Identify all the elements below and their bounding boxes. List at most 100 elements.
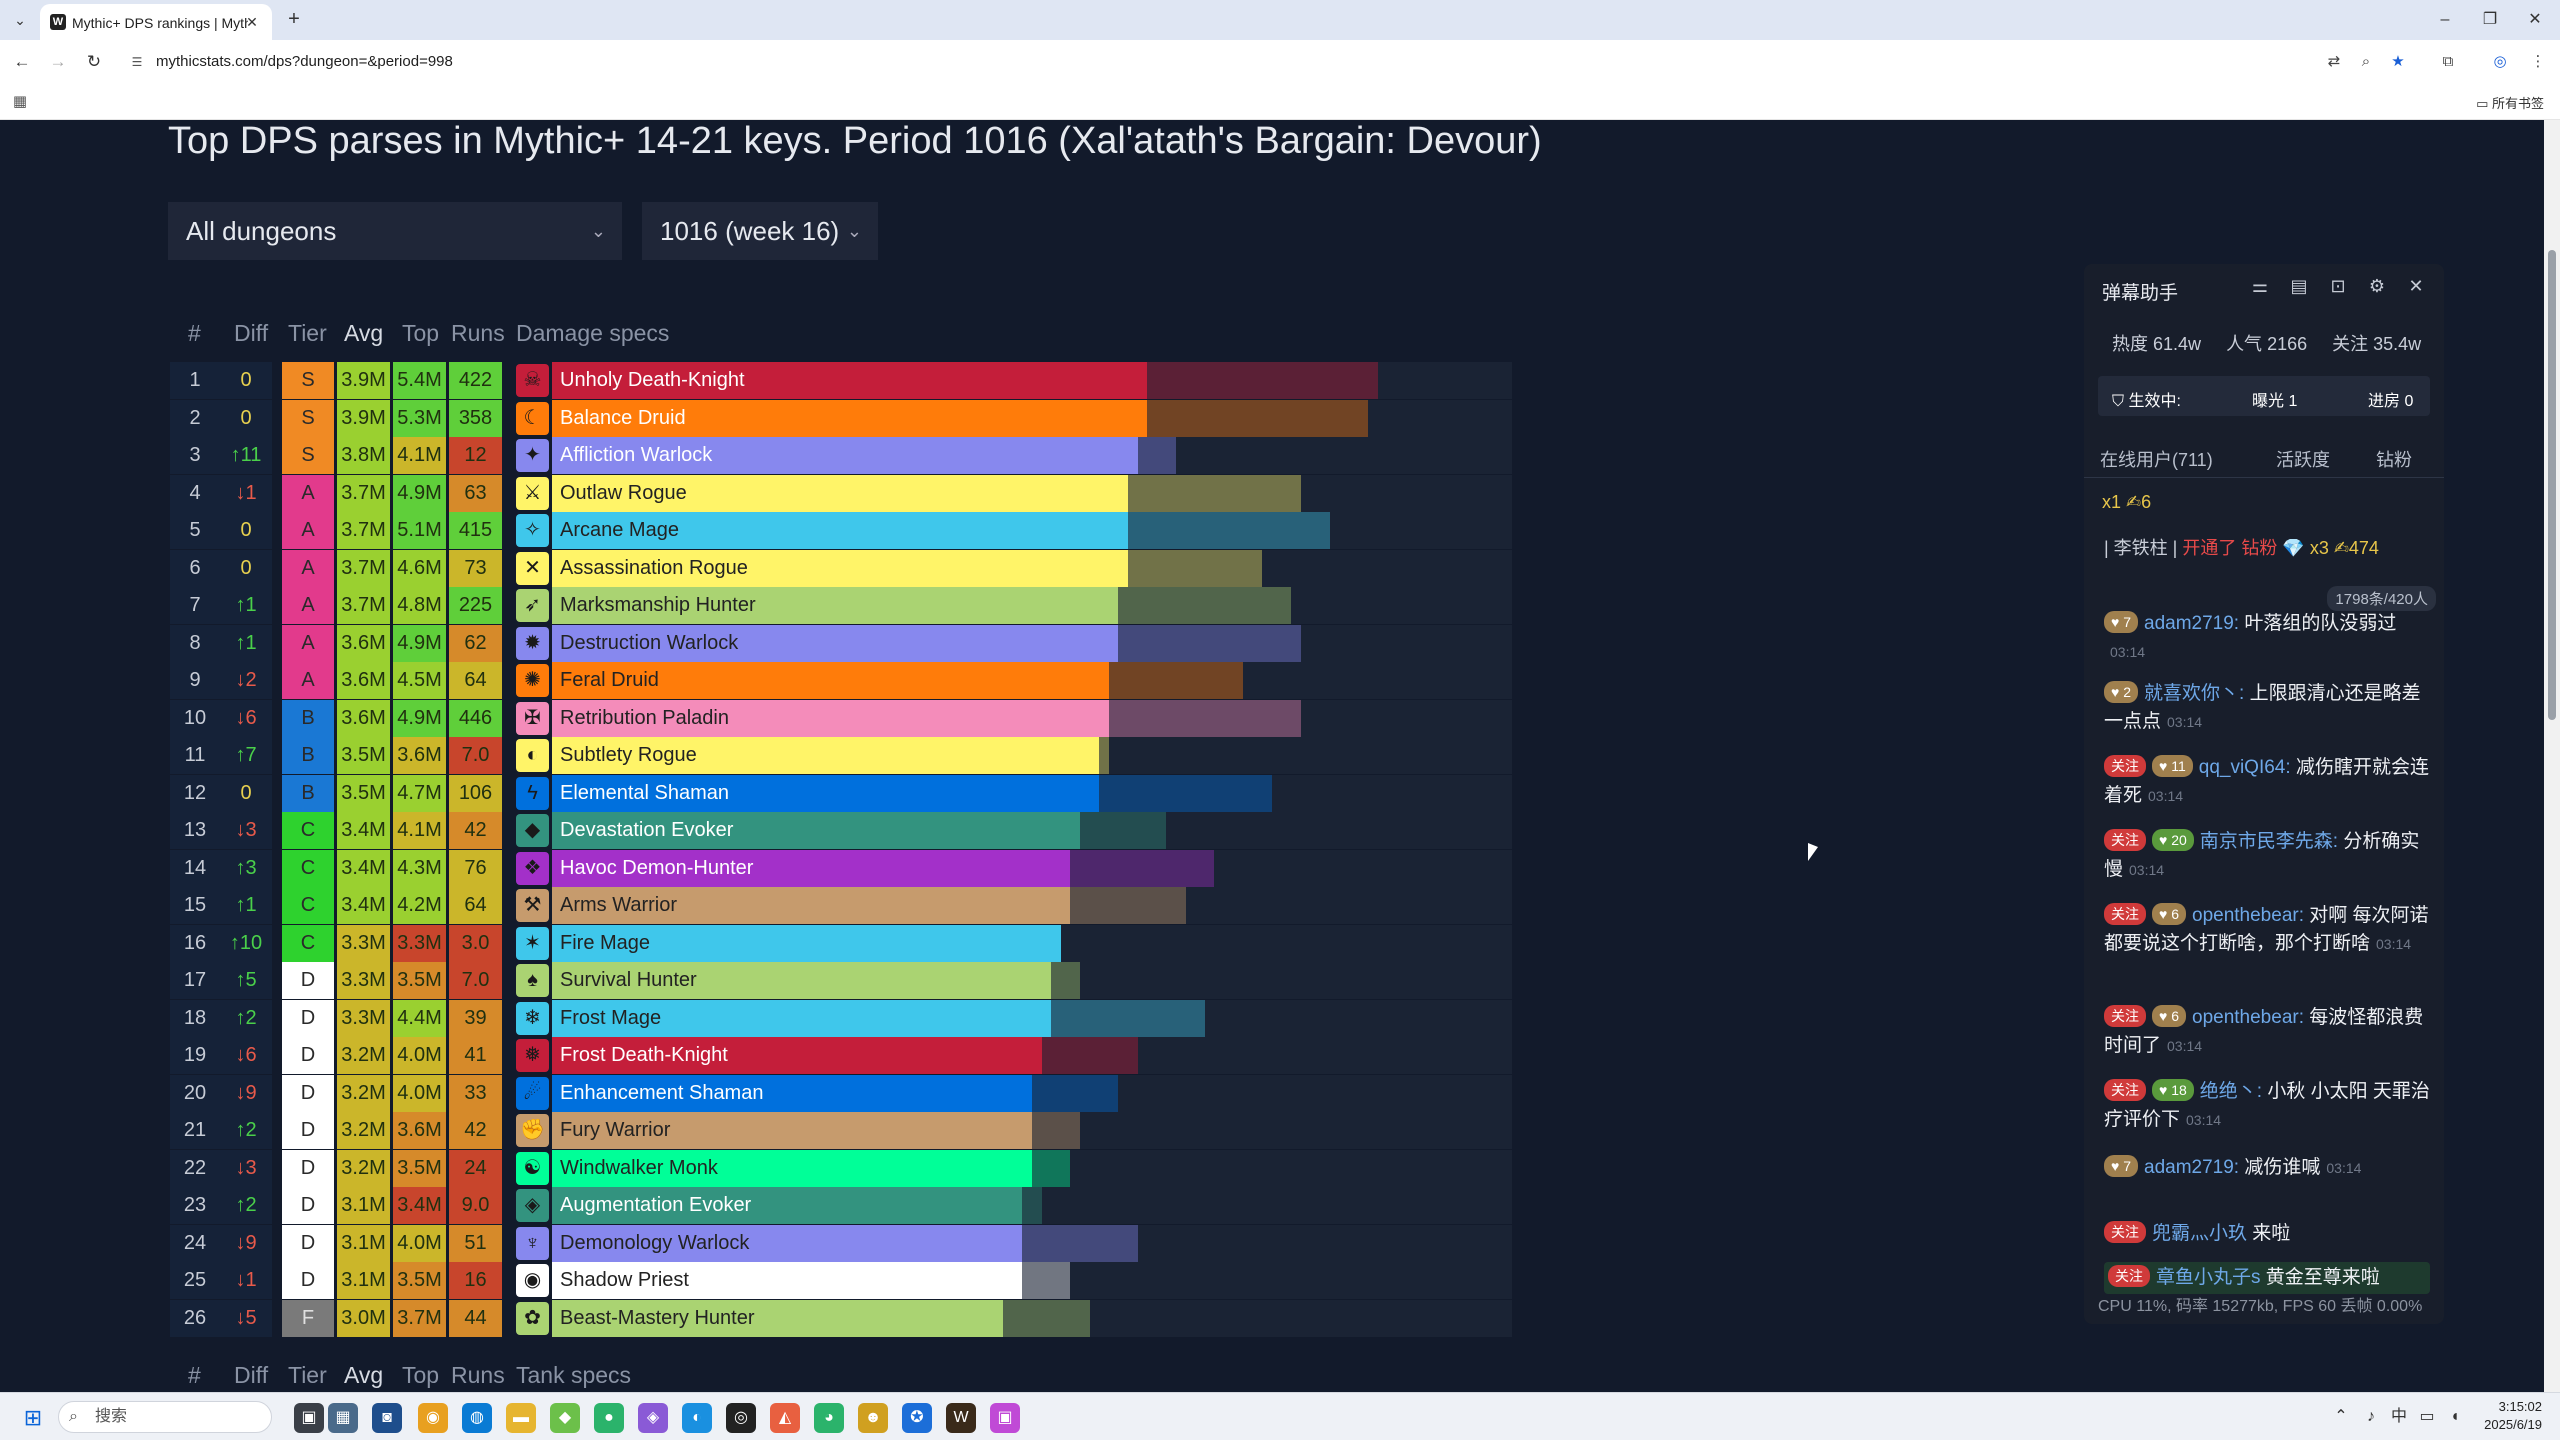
- green-app-icon[interactable]: ◆: [550, 1403, 580, 1433]
- tank-header-avg[interactable]: Avg: [344, 1362, 383, 1389]
- overlay-close-icon[interactable]: ✕: [2402, 276, 2430, 297]
- table-row[interactable]: 21 ↑2 D 3.2M 3.6M 42 ✊ Fury Warrior: [170, 1112, 1512, 1149]
- chat-username[interactable]: qq_viQI64:: [2199, 757, 2291, 778]
- page-scrollbar[interactable]: [2544, 120, 2560, 1392]
- url-text[interactable]: mythicstats.com/dps?dungeon=&period=998: [156, 53, 453, 70]
- table-row[interactable]: 17 ↑5 D 3.3M 3.5M 7.0 ♠ Survival Hunter: [170, 962, 1512, 999]
- all-bookmarks-link[interactable]: ▭ 所有书签: [2476, 93, 2544, 112]
- browser-tab-active[interactable]: W Mythic+ DPS rankings | Myth ✕: [40, 4, 272, 40]
- note-icon[interactable]: ▤: [2285, 276, 2313, 297]
- table-row[interactable]: 19 ↓6 D 3.2M 4.0M 41 ❅ Frost Death-Knight: [170, 1037, 1512, 1074]
- window-close-icon[interactable]: ✕: [2520, 6, 2550, 34]
- tab-activity[interactable]: 活跃度: [2276, 446, 2330, 472]
- chat-message[interactable]: ♥ 7 adam2719: 叶落组的队没弱过 03:14: [2104, 610, 2430, 666]
- site-info-icon[interactable]: ☰: [128, 53, 146, 71]
- chat-message[interactable]: 关注 ♥ 6 openthebear: 每波怪都浪费时间了 03:14: [2104, 1004, 2430, 1060]
- spec-name[interactable]: Marksmanship Hunter: [560, 587, 756, 624]
- spec-name[interactable]: Outlaw Rogue: [560, 475, 687, 512]
- dark-app-icon[interactable]: ◎: [726, 1403, 756, 1433]
- restore-icon[interactable]: ❐: [2475, 6, 2505, 34]
- table-row[interactable]: 4 ↓1 A 3.7M 4.9M 63 ⚔ Outlaw Rogue: [170, 474, 1512, 512]
- header-diff[interactable]: Diff: [234, 320, 268, 347]
- header-runs[interactable]: Runs: [451, 320, 505, 347]
- extensions-icon[interactable]: ⧉: [2436, 50, 2460, 74]
- battlenet-icon[interactable]: ✪: [902, 1403, 932, 1433]
- table-row[interactable]: 25 ↓1 D 3.1M 3.5M 16 ◉ Shadow Priest: [170, 1262, 1512, 1299]
- table-row[interactable]: 10 ↓6 B 3.6M 4.9M 446 ✠ Retribution Paladin: [170, 699, 1512, 737]
- chat-message[interactable]: ♥ 2 就喜欢你丶: 上限跟清心还是略差一点点 03:14: [2104, 680, 2430, 736]
- spec-name[interactable]: Beast-Mastery Hunter: [560, 1300, 755, 1337]
- table-row[interactable]: 15 ↑1 C 3.4M 4.2M 64 ⚒ Arms Warrior: [170, 887, 1512, 924]
- spec-name[interactable]: Survival Hunter: [560, 962, 697, 999]
- spec-name[interactable]: Subtlety Rogue: [560, 737, 697, 774]
- bookmark-star-icon[interactable]: ★: [2386, 50, 2410, 74]
- chat-username[interactable]: adam2719:: [2144, 613, 2239, 634]
- table-row[interactable]: 8 ↑1 A 3.6M 4.9M 62 ✹ Destruction Warlock: [170, 624, 1512, 662]
- blue-app-icon[interactable]: ◐: [682, 1403, 712, 1433]
- pink-app-icon[interactable]: ▣: [990, 1403, 1020, 1433]
- chat-message[interactable]: 关注 ♥ 20 南京市民李先森: 分析确实慢 03:14: [2104, 828, 2430, 884]
- spec-name[interactable]: Augmentation Evoker: [560, 1187, 751, 1224]
- tab-online-users[interactable]: 在线用户(711): [2100, 446, 2213, 472]
- period-select[interactable]: 1016 (week 16) ⌄: [642, 202, 878, 260]
- table-row[interactable]: 1 0 S 3.9M 5.4M 422 ☠ Unholy Death-Knight: [170, 362, 1512, 399]
- table-row[interactable]: 2 0 S 3.9M 5.3M 358 ☾ Balance Druid: [170, 399, 1512, 437]
- table-row[interactable]: 20 ↓9 D 3.2M 4.0M 33 ☄ Enhancement Shaman: [170, 1074, 1512, 1112]
- table-row[interactable]: 3 ↑11 S 3.8M 4.1M 12 ✦ Affliction Warlock: [170, 437, 1512, 474]
- settings-gear-icon[interactable]: ⚙: [2363, 276, 2391, 297]
- tab-search-chevron-icon[interactable]: ⌄: [8, 8, 32, 32]
- chat-message[interactable]: 关注 兜霸灬小玖 来啦: [2104, 1220, 2430, 1248]
- table-row[interactable]: 7 ↑1 A 3.7M 4.8M 225 ➶ Marksmanship Hunter: [170, 587, 1512, 624]
- filter-icon[interactable]: ⚌: [2246, 276, 2274, 297]
- spec-name[interactable]: Shadow Priest: [560, 1262, 689, 1299]
- tray-chevron-icon[interactable]: ⌃: [2328, 1405, 2354, 1429]
- chat-message[interactable]: 关注 ♥ 11 qq_viQI64: 减伤瞎开就会连着死 03:14: [2104, 754, 2430, 810]
- volume-icon[interactable]: ◖: [2442, 1405, 2468, 1429]
- chat-username[interactable]: openthebear:: [2192, 905, 2304, 926]
- spec-name[interactable]: Feral Druid: [560, 662, 659, 699]
- wechat-icon[interactable]: ●: [594, 1403, 624, 1433]
- spec-name[interactable]: Havoc Demon-Hunter: [560, 850, 753, 887]
- spec-name[interactable]: Fury Warrior: [560, 1112, 670, 1149]
- chat-username[interactable]: 兜霸灬小玖: [2152, 1223, 2247, 1244]
- lock-icon[interactable]: ⊡: [2324, 276, 2352, 297]
- file-explorer-icon[interactable]: ▬: [506, 1403, 536, 1433]
- microphone-icon[interactable]: ♪: [2358, 1405, 2384, 1429]
- spec-name[interactable]: Affliction Warlock: [560, 437, 712, 474]
- header-avg[interactable]: Avg: [344, 320, 383, 347]
- tank-header-runs[interactable]: Runs: [451, 1362, 505, 1389]
- network-icon[interactable]: ▭: [2414, 1405, 2440, 1429]
- table-row[interactable]: 11 ↑7 B 3.5M 3.6M 7.0 ◐ Subtlety Rogue: [170, 737, 1512, 774]
- chat-username[interactable]: 就喜欢你丶:: [2144, 683, 2244, 704]
- table-row[interactable]: 23 ↑2 D 3.1M 3.4M 9.0 ◈ Augmentation Evoker: [170, 1187, 1512, 1224]
- translate-icon[interactable]: ⇄: [2322, 50, 2346, 74]
- spec-name[interactable]: Fire Mage: [560, 925, 650, 962]
- header-tier[interactable]: Tier: [288, 320, 327, 347]
- forward-arrow-icon[interactable]: →: [46, 50, 70, 74]
- reload-icon[interactable]: ↻: [82, 50, 106, 74]
- table-row[interactable]: 14 ↑3 C 3.4M 4.3M 76 ❖ Havoc Demon-Hunter: [170, 849, 1512, 887]
- spec-name[interactable]: Windwalker Monk: [560, 1150, 718, 1187]
- windows-start-icon[interactable]: ⊞: [20, 1405, 46, 1431]
- zoom-icon[interactable]: ⌕: [2354, 50, 2378, 74]
- spec-name[interactable]: Unholy Death-Knight: [560, 362, 745, 399]
- chat-username[interactable]: openthebear:: [2192, 1007, 2304, 1028]
- profile-icon[interactable]: ◎: [2488, 50, 2512, 74]
- tab-close-icon[interactable]: ✕: [242, 12, 262, 32]
- table-row[interactable]: 5 0 A 3.7M 5.1M 415 ✧ Arcane Mage: [170, 512, 1512, 549]
- tank-header-diff[interactable]: Diff: [234, 1362, 268, 1389]
- red-app-icon[interactable]: ◭: [770, 1403, 800, 1433]
- spec-name[interactable]: Destruction Warlock: [560, 625, 738, 662]
- chrome-icon[interactable]: ◉: [418, 1403, 448, 1433]
- back-arrow-icon[interactable]: ←: [10, 50, 34, 74]
- dungeon-select[interactable]: All dungeons ⌄: [168, 202, 622, 260]
- taskbar-search[interactable]: ⌕ 搜索: [58, 1401, 272, 1433]
- table-row[interactable]: 24 ↓9 D 3.1M 4.0M 51 ♆ Demonology Warlock: [170, 1224, 1512, 1262]
- wow-icon[interactable]: W: [946, 1403, 976, 1433]
- chat-app-icon[interactable]: ◕: [814, 1403, 844, 1433]
- edge-icon[interactable]: ◍: [462, 1403, 492, 1433]
- spec-name[interactable]: Arms Warrior: [560, 887, 677, 924]
- purple-app-icon[interactable]: ◈: [638, 1403, 668, 1433]
- chat-message[interactable]: 关注 章鱼小丸子s 黄金至尊来啦: [2104, 1262, 2430, 1294]
- table-row[interactable]: 6 0 A 3.7M 4.6M 73 ✕ Assassination Rogue: [170, 549, 1512, 587]
